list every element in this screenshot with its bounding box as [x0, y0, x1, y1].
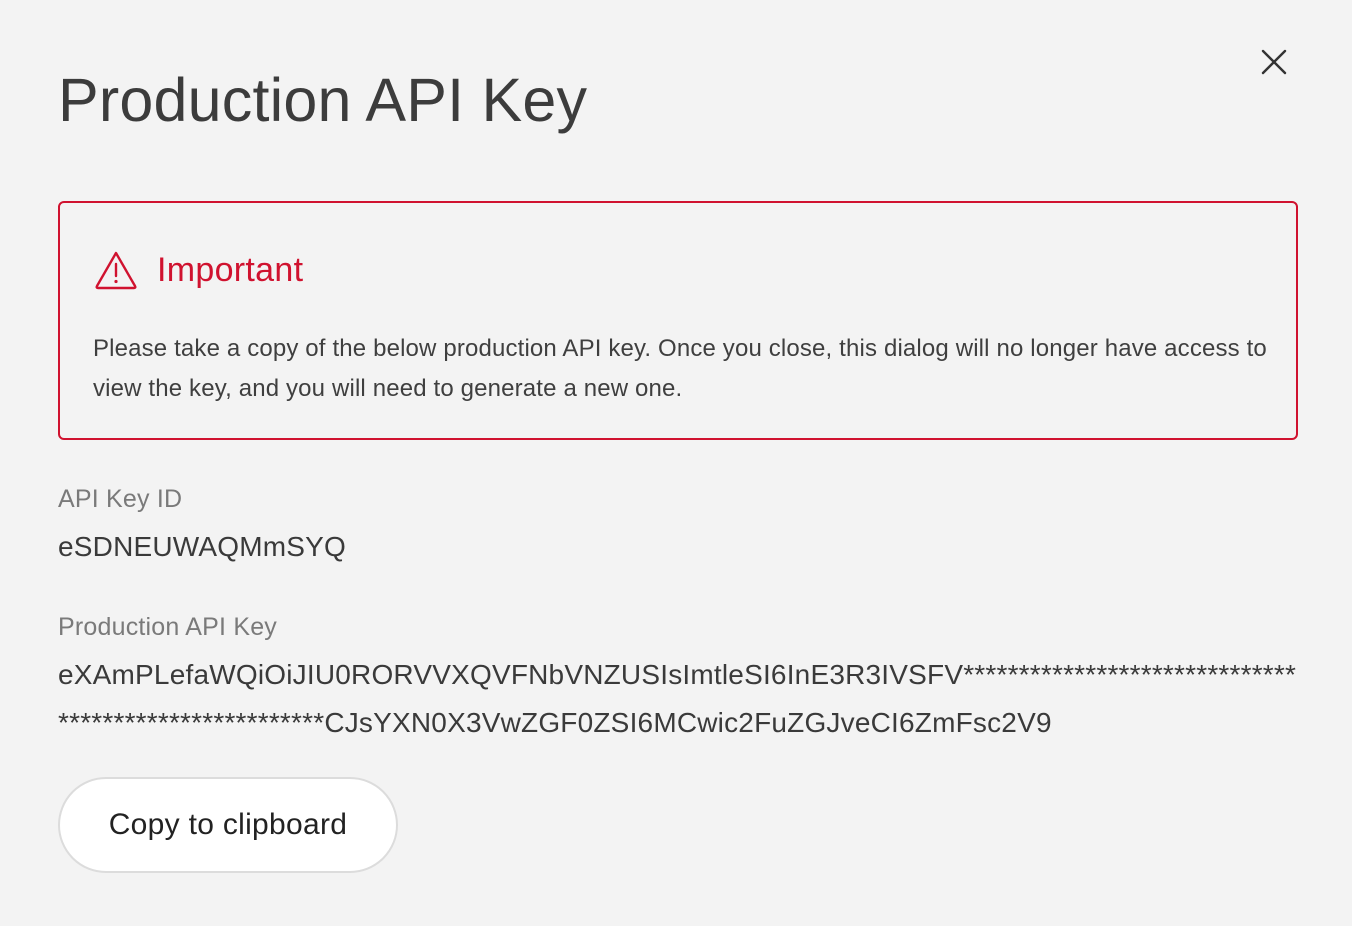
production-api-key-value: eXAmPLefaWQiOiJIU0RORVVXQVFNbVNZUSIsImtl…: [58, 659, 1297, 738]
copy-to-clipboard-button[interactable]: Copy to clipboard: [58, 777, 398, 873]
notice-header: Important: [94, 247, 303, 293]
notice-message: Please take a copy of the below producti…: [93, 335, 1267, 402]
production-api-key-label: Production API Key: [58, 613, 278, 641]
api-key-id-label: API Key ID: [58, 485, 183, 513]
api-key-dialog: Production API Key Important Please take…: [0, 0, 1352, 926]
close-button[interactable]: [1256, 44, 1292, 80]
warning-triangle-icon: [95, 251, 137, 290]
notice-title: Important: [157, 251, 304, 289]
dialog-title: Production API Key: [58, 66, 588, 134]
close-icon: [1261, 49, 1287, 75]
important-notice: Important Please take a copy of the belo…: [58, 201, 1298, 440]
api-key-id-value: eSDNEUWAQMmSYQ: [58, 531, 347, 562]
